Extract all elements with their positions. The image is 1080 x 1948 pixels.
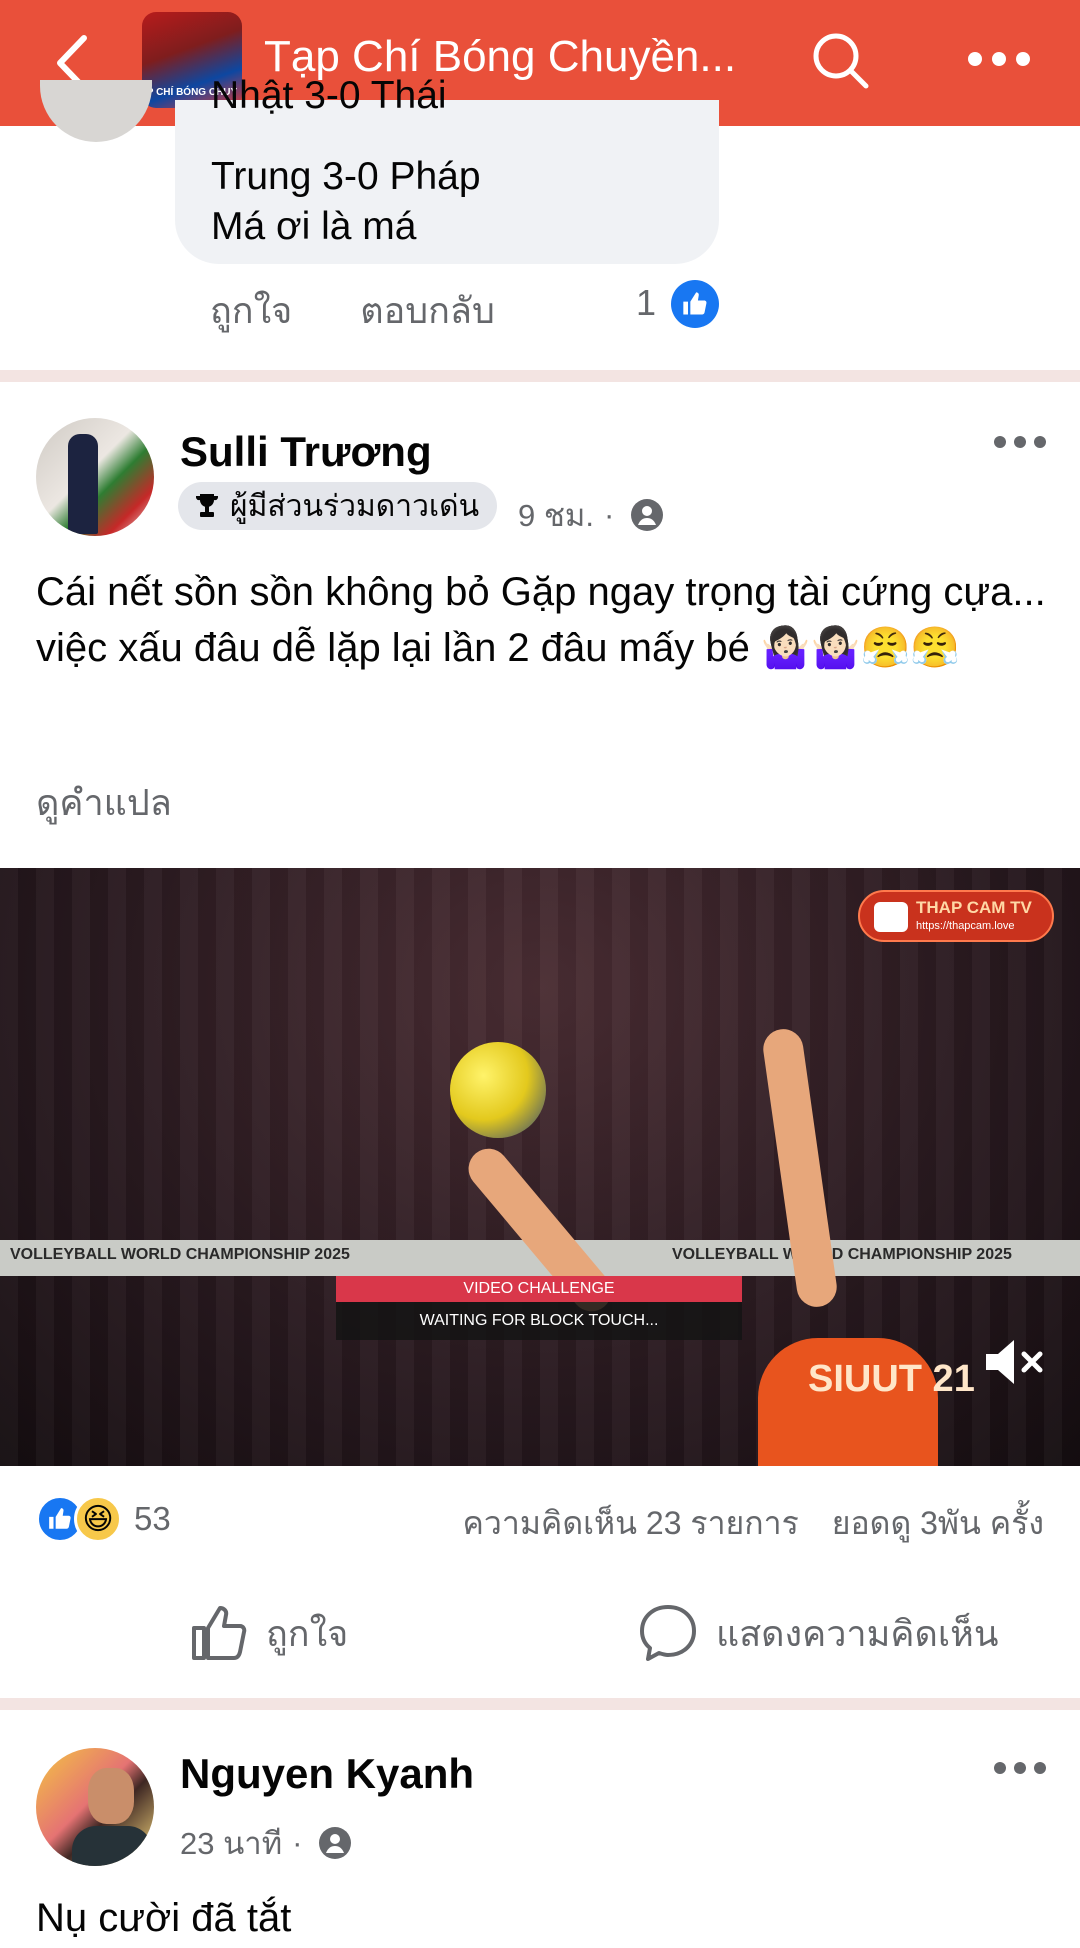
- post-author-name[interactable]: Sulli Trương: [180, 428, 432, 476]
- more-options-icon[interactable]: [966, 44, 1032, 74]
- badge-label: ผู้มีส่วนร่วมดาวเด่น: [230, 489, 480, 523]
- comment-button[interactable]: แสดงความคิดเห็น: [638, 1598, 998, 1668]
- post-author-name[interactable]: Nguyen Kyanh: [180, 1750, 474, 1798]
- post-meta: 9 ชม. ·: [518, 490, 664, 540]
- like-button-label: ถูกใจ: [266, 1612, 349, 1654]
- post-meta: 23 นาที ·: [180, 1818, 352, 1868]
- top-contributor-badge[interactable]: ผู้มีส่วนร่วมดาวเด่น: [178, 482, 498, 530]
- net-banner-text: VOLLEYBALL WORLD CHAMPIONSHIP 2025: [10, 1246, 350, 1263]
- comment-count[interactable]: ความคิดเห็น 23 รายการ: [462, 1505, 798, 1541]
- section-divider: [0, 370, 1080, 382]
- section-divider: [0, 1698, 1080, 1710]
- commenter-avatar[interactable]: [40, 80, 152, 142]
- video-challenge-title: VIDEO CHALLENGE: [336, 1276, 742, 1302]
- post-time[interactable]: 23 นาที: [180, 1818, 282, 1868]
- view-count: ยอดดู 3พัน ครั้ง: [831, 1505, 1044, 1541]
- video-challenge-status: WAITING FOR BLOCK TOUCH...: [336, 1302, 742, 1340]
- trophy-icon: [195, 494, 219, 517]
- reaction-summary[interactable]: 😆 53: [36, 1494, 171, 1544]
- like-reaction-icon: [671, 280, 719, 328]
- post-options-icon[interactable]: [992, 432, 1048, 452]
- author-avatar[interactable]: [36, 418, 154, 536]
- comment-icon: [640, 1605, 696, 1661]
- comment-partial-line: Nhật 3-0 Thái: [211, 74, 447, 117]
- thumbs-up-icon: [192, 1606, 247, 1660]
- logo-name: THAP CAM TV: [916, 898, 1032, 917]
- members-privacy-icon: [631, 499, 664, 531]
- comment-like-count: 1: [636, 282, 657, 323]
- comment-actions: ถูกใจ ตอบกลับ: [210, 282, 553, 339]
- post-video[interactable]: VOLLEYBALL WORLD CHAMPIONSHIP 2025 VOLLE…: [0, 868, 1080, 1466]
- post-options-icon[interactable]: [992, 1758, 1048, 1778]
- reaction-count: 53: [134, 1500, 171, 1537]
- post-time[interactable]: 9 ชม.: [518, 490, 594, 540]
- comment-reply-button[interactable]: ตอบกลับ: [360, 290, 495, 331]
- search-icon[interactable]: [810, 30, 872, 92]
- members-privacy-icon: [319, 1827, 352, 1859]
- comment-line: Má ơi là má: [211, 205, 417, 248]
- net-banner-text: VOLLEYBALL WORLD CHAMPIONSHIP 2025: [672, 1246, 1012, 1263]
- broadcaster-logo: THAP CAM TV https://thapcam.love: [858, 890, 1054, 942]
- jersey-text: SIUUT 21: [808, 1358, 975, 1400]
- post-stats: ความคิดเห็น 23 รายการ ยอดดู 3พัน ครั้ง: [462, 1498, 1044, 1549]
- post-text: Nụ cười đã tắt: [36, 1896, 292, 1940]
- author-avatar[interactable]: [36, 1748, 154, 1866]
- see-translation-link[interactable]: ดูคำแปล: [36, 774, 172, 831]
- like-button[interactable]: ถูกใจ: [190, 1598, 348, 1668]
- logo-url: https://thapcam.love: [916, 920, 1015, 932]
- volleyball: [450, 1042, 546, 1138]
- comment-line: Trung 3-0 Pháp: [211, 155, 481, 198]
- post-text: Cái nết sồn sồn không bỏ Gặp ngay trọng …: [36, 570, 1046, 670]
- comment-like-button[interactable]: ถูกใจ: [210, 290, 292, 331]
- comment-bubble: Nhật 3-0 Thái Trung 3-0 Pháp Má ơi là má: [175, 74, 719, 264]
- haha-reaction-icon: 😆: [74, 1495, 122, 1543]
- muted-speaker-icon[interactable]: [982, 1334, 1046, 1390]
- comment-button-label: แสดงความคิดเห็น: [716, 1612, 999, 1654]
